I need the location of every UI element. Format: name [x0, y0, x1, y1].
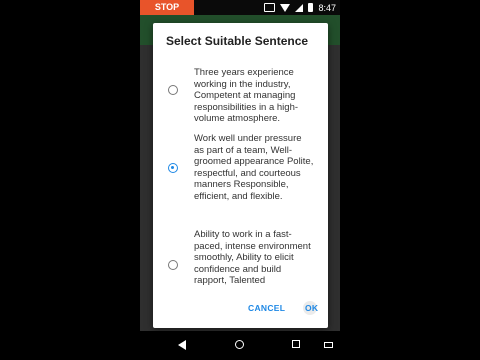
- home-icon[interactable]: [235, 340, 244, 349]
- keyboard-icon[interactable]: [324, 342, 333, 348]
- option-text: Work well under pressure as part of a te…: [194, 133, 314, 202]
- clock: 8:47: [318, 2, 336, 13]
- status-icons: 8:47: [264, 0, 336, 15]
- options-list[interactable]: Three years experience working in the in…: [153, 59, 328, 293]
- option-text: Three years experience working in the in…: [194, 67, 299, 124]
- radio-button-unselected[interactable]: [168, 85, 178, 95]
- ok-button[interactable]: OK: [305, 303, 318, 313]
- stop-recording-badge[interactable]: STOP: [140, 0, 194, 15]
- cancel-button[interactable]: CANCEL: [248, 303, 285, 313]
- radio-button-unselected[interactable]: [168, 260, 178, 270]
- dialog-title: Select Suitable Sentence: [166, 34, 309, 48]
- signal-icon: [295, 3, 304, 12]
- option-text: Ability to work in a fast-paced, intense…: [194, 229, 311, 286]
- wifi-icon: [280, 3, 291, 12]
- select-sentence-dialog: Select Suitable Sentence Three years exp…: [153, 23, 328, 328]
- phone-screen: STOP 8:47 Select Suitable Sentence Three…: [140, 0, 340, 360]
- cast-icon: [264, 3, 276, 12]
- status-bar: STOP 8:47: [140, 0, 340, 15]
- dialog-actions: CANCEL OK: [153, 292, 328, 328]
- radio-button-selected[interactable]: [168, 163, 178, 173]
- navigation-bar: [140, 331, 340, 360]
- battery-icon: [308, 3, 314, 12]
- back-icon[interactable]: [178, 340, 186, 350]
- recent-apps-icon[interactable]: [292, 340, 300, 348]
